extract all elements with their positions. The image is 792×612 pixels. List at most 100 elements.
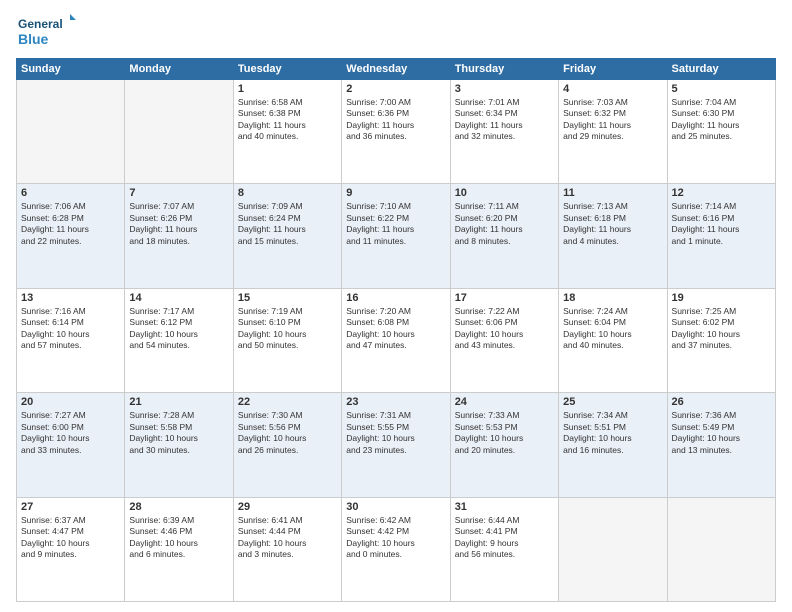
calendar-week-row: 6 Sunrise: 7:06 AM Sunset: 6:28 PM Daylig…	[17, 184, 776, 288]
svg-text:Blue: Blue	[18, 31, 49, 47]
day-info: Sunrise: 7:14 AM Sunset: 6:16 PM Dayligh…	[672, 201, 771, 247]
calendar-cell: 16 Sunrise: 7:20 AM Sunset: 6:08 PM Dayli…	[342, 288, 450, 392]
day-number: 28	[129, 501, 228, 513]
header: General Blue	[16, 12, 776, 52]
day-number: 31	[455, 501, 554, 513]
calendar-cell: 18 Sunrise: 7:24 AM Sunset: 6:04 PM Dayli…	[559, 288, 667, 392]
calendar-cell: 21 Sunrise: 7:28 AM Sunset: 5:58 PM Dayli…	[125, 393, 233, 497]
calendar-cell: 25Sunrise: 7:34 AM Sunset: 5:51 PM Dayli…	[559, 393, 667, 497]
day-info: Sunrise: 7:28 AM Sunset: 5:58 PM Dayligh…	[129, 410, 228, 456]
day-info: Sunrise: 7:31 AM Sunset: 5:55 PM Dayligh…	[346, 410, 445, 456]
day-info: Sunrise: 7:09 AM Sunset: 6:24 PM Dayligh…	[238, 201, 337, 247]
day-info: Sunrise: 6:41 AM Sunset: 4:44 PM Dayligh…	[238, 515, 337, 561]
day-info: Sunrise: 7:11 AM Sunset: 6:20 PM Dayligh…	[455, 201, 554, 247]
weekday-header: Tuesday	[233, 59, 341, 80]
day-info: Sunrise: 7:36 AM Sunset: 5:49 PM Dayligh…	[672, 410, 771, 456]
day-info: Sunrise: 7:34 AM Sunset: 5:51 PM Dayligh…	[563, 410, 662, 456]
day-info: Sunrise: 7:17 AM Sunset: 6:12 PM Dayligh…	[129, 306, 228, 352]
day-number: 26	[672, 396, 771, 408]
weekday-header: Saturday	[667, 59, 775, 80]
calendar-cell: 1Sunrise: 6:58 AM Sunset: 6:38 PM Daylig…	[233, 80, 341, 184]
day-number: 13	[21, 292, 120, 304]
calendar-cell: 22 Sunrise: 7:30 AM Sunset: 5:56 PM Dayli…	[233, 393, 341, 497]
weekday-header: Thursday	[450, 59, 558, 80]
calendar-week-row: 13 Sunrise: 7:16 AM Sunset: 6:14 PM Dayli…	[17, 288, 776, 392]
day-number: 6	[21, 187, 120, 199]
day-number: 9	[346, 187, 445, 199]
calendar-cell: 17 Sunrise: 7:22 AM Sunset: 6:06 PM Dayli…	[450, 288, 558, 392]
day-number: 5	[672, 83, 771, 95]
day-info: Sunrise: 6:37 AM Sunset: 4:47 PM Dayligh…	[21, 515, 120, 561]
weekday-header: Wednesday	[342, 59, 450, 80]
day-info: Sunrise: 7:07 AM Sunset: 6:26 PM Dayligh…	[129, 201, 228, 247]
calendar-cell: 6 Sunrise: 7:06 AM Sunset: 6:28 PM Daylig…	[17, 184, 125, 288]
calendar-cell: 31 Sunrise: 6:44 AM Sunset: 4:41 PM Dayli…	[450, 497, 558, 601]
day-info: Sunrise: 7:27 AM Sunset: 6:00 PM Dayligh…	[21, 410, 120, 456]
header-row: SundayMondayTuesdayWednesdayThursdayFrid…	[17, 59, 776, 80]
day-info: Sunrise: 7:10 AM Sunset: 6:22 PM Dayligh…	[346, 201, 445, 247]
calendar-cell: 10 Sunrise: 7:11 AM Sunset: 6:20 PM Dayli…	[450, 184, 558, 288]
logo-svg: General Blue	[16, 12, 76, 52]
day-number: 30	[346, 501, 445, 513]
calendar-week-row: 20 Sunrise: 7:27 AM Sunset: 6:00 PM Dayli…	[17, 393, 776, 497]
calendar-week-row: 1Sunrise: 6:58 AM Sunset: 6:38 PM Daylig…	[17, 80, 776, 184]
calendar-cell	[559, 497, 667, 601]
calendar-cell: 27 Sunrise: 6:37 AM Sunset: 4:47 PM Dayli…	[17, 497, 125, 601]
day-number: 19	[672, 292, 771, 304]
calendar-table: SundayMondayTuesdayWednesdayThursdayFrid…	[16, 58, 776, 602]
calendar-cell: 30 Sunrise: 6:42 AM Sunset: 4:42 PM Dayli…	[342, 497, 450, 601]
weekday-header: Monday	[125, 59, 233, 80]
day-number: 2	[346, 83, 445, 95]
day-number: 12	[672, 187, 771, 199]
day-info: Sunrise: 7:22 AM Sunset: 6:06 PM Dayligh…	[455, 306, 554, 352]
day-info: Sunrise: 7:03 AM Sunset: 6:32 PM Dayligh…	[563, 97, 662, 143]
day-info: Sunrise: 6:44 AM Sunset: 4:41 PM Dayligh…	[455, 515, 554, 561]
day-info: Sunrise: 7:33 AM Sunset: 5:53 PM Dayligh…	[455, 410, 554, 456]
day-number: 29	[238, 501, 337, 513]
day-info: Sunrise: 6:42 AM Sunset: 4:42 PM Dayligh…	[346, 515, 445, 561]
day-number: 24	[455, 396, 554, 408]
calendar-cell: 7Sunrise: 7:07 AM Sunset: 6:26 PM Daylig…	[125, 184, 233, 288]
calendar-cell: 26 Sunrise: 7:36 AM Sunset: 5:49 PM Dayli…	[667, 393, 775, 497]
day-info: Sunrise: 7:06 AM Sunset: 6:28 PM Dayligh…	[21, 201, 120, 247]
day-info: Sunrise: 7:01 AM Sunset: 6:34 PM Dayligh…	[455, 97, 554, 143]
day-number: 15	[238, 292, 337, 304]
calendar-cell: 12 Sunrise: 7:14 AM Sunset: 6:16 PM Dayli…	[667, 184, 775, 288]
day-info: Sunrise: 7:13 AM Sunset: 6:18 PM Dayligh…	[563, 201, 662, 247]
day-number: 23	[346, 396, 445, 408]
calendar-cell: 4 Sunrise: 7:03 AM Sunset: 6:32 PM Daylig…	[559, 80, 667, 184]
calendar-cell: 5Sunrise: 7:04 AM Sunset: 6:30 PM Daylig…	[667, 80, 775, 184]
calendar-cell: 14Sunrise: 7:17 AM Sunset: 6:12 PM Dayli…	[125, 288, 233, 392]
day-number: 4	[563, 83, 662, 95]
day-number: 17	[455, 292, 554, 304]
day-info: Sunrise: 6:39 AM Sunset: 4:46 PM Dayligh…	[129, 515, 228, 561]
day-info: Sunrise: 7:24 AM Sunset: 6:04 PM Dayligh…	[563, 306, 662, 352]
calendar-cell	[17, 80, 125, 184]
logo: General Blue	[16, 12, 76, 52]
day-number: 27	[21, 501, 120, 513]
calendar-cell: 11Sunrise: 7:13 AM Sunset: 6:18 PM Dayli…	[559, 184, 667, 288]
day-number: 18	[563, 292, 662, 304]
calendar-cell: 3Sunrise: 7:01 AM Sunset: 6:34 PM Daylig…	[450, 80, 558, 184]
day-number: 21	[129, 396, 228, 408]
day-number: 10	[455, 187, 554, 199]
calendar-cell: 20 Sunrise: 7:27 AM Sunset: 6:00 PM Dayli…	[17, 393, 125, 497]
svg-text:General: General	[18, 17, 63, 31]
weekday-header: Sunday	[17, 59, 125, 80]
calendar-cell	[125, 80, 233, 184]
day-info: Sunrise: 7:20 AM Sunset: 6:08 PM Dayligh…	[346, 306, 445, 352]
calendar-cell	[667, 497, 775, 601]
calendar-cell: 2 Sunrise: 7:00 AM Sunset: 6:36 PM Daylig…	[342, 80, 450, 184]
day-info: Sunrise: 7:16 AM Sunset: 6:14 PM Dayligh…	[21, 306, 120, 352]
day-info: Sunrise: 6:58 AM Sunset: 6:38 PM Dayligh…	[238, 97, 337, 143]
day-number: 16	[346, 292, 445, 304]
day-number: 8	[238, 187, 337, 199]
day-number: 20	[21, 396, 120, 408]
day-number: 22	[238, 396, 337, 408]
day-info: Sunrise: 7:00 AM Sunset: 6:36 PM Dayligh…	[346, 97, 445, 143]
day-info: Sunrise: 7:30 AM Sunset: 5:56 PM Dayligh…	[238, 410, 337, 456]
calendar-cell: 23 Sunrise: 7:31 AM Sunset: 5:55 PM Dayli…	[342, 393, 450, 497]
calendar: SundayMondayTuesdayWednesdayThursdayFrid…	[16, 58, 776, 602]
calendar-cell: 29 Sunrise: 6:41 AM Sunset: 4:44 PM Dayli…	[233, 497, 341, 601]
calendar-week-row: 27 Sunrise: 6:37 AM Sunset: 4:47 PM Dayli…	[17, 497, 776, 601]
